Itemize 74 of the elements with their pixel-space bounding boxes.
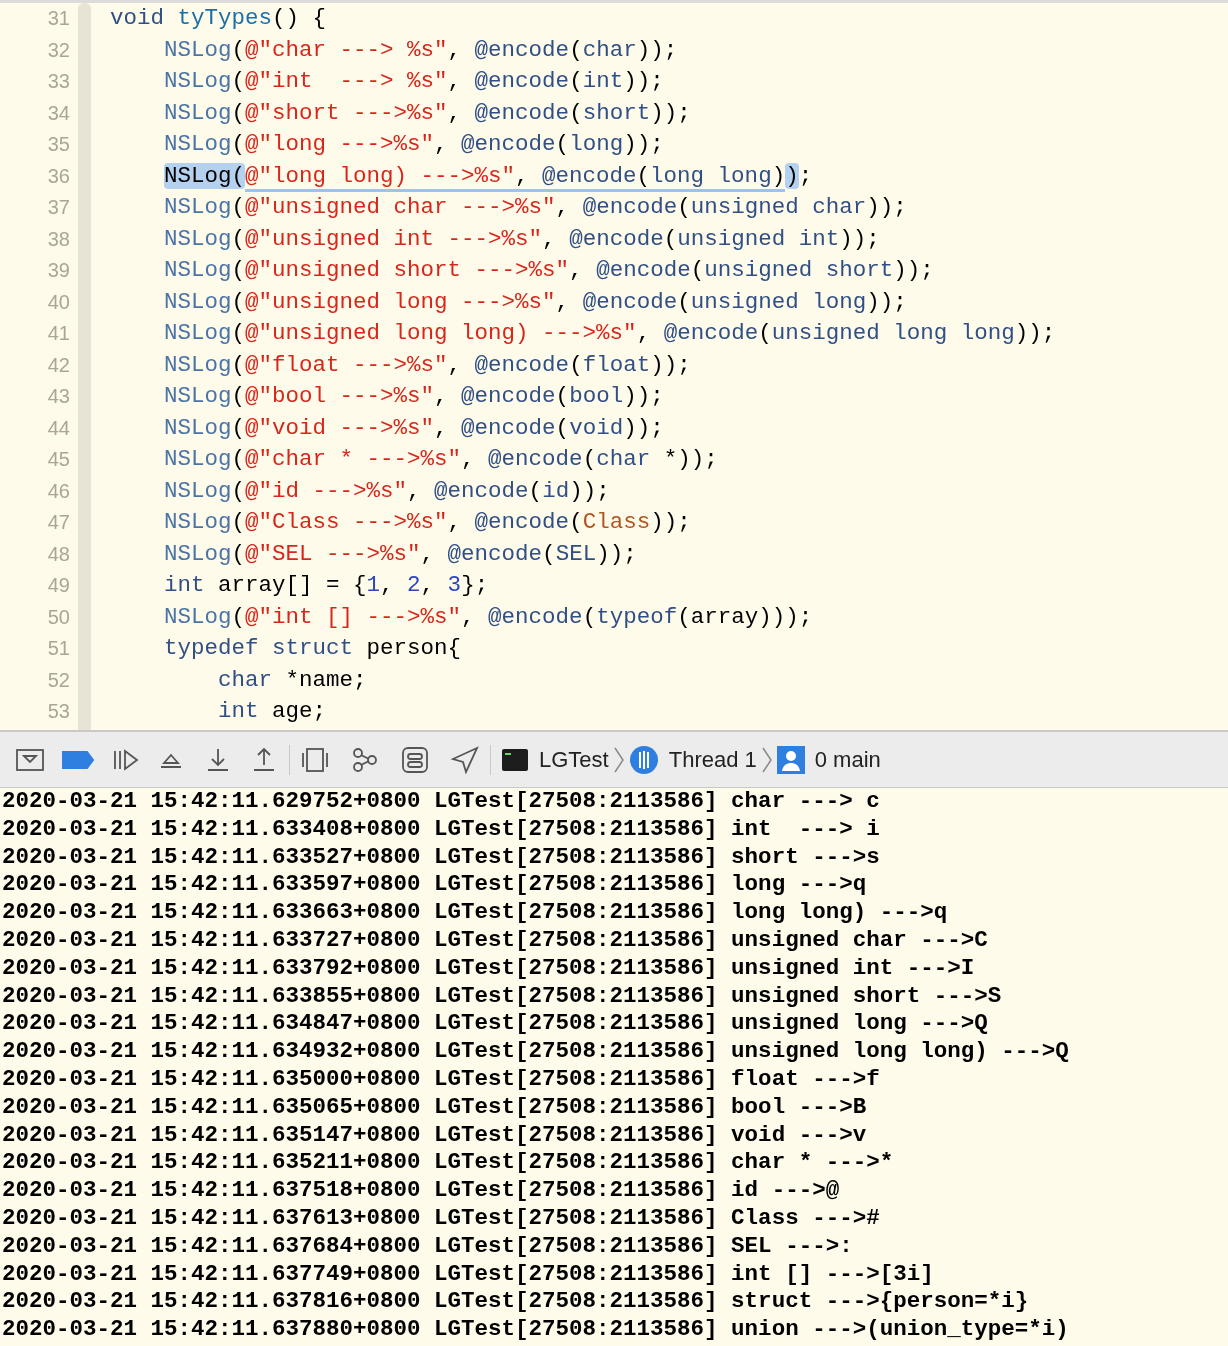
console-line: 2020-03-21 15:42:11.637749+0800 LGTest[27508:2113586] int [] --->[3i] [1,1260,935,1289]
console-line: 2020-03-21 15:42:11.634847+0800 LGTest[27508:2113586] unsigned long --->Q [1,1010,989,1039]
console-line: 2020-03-21 15:42:11.637613+0800 LGTest[27508:2113586] Class ---># [1,1204,881,1233]
code-line: NSLog(@"unsigned short --->%s", @encode(unsigned short)); [163,256,935,285]
person-icon [776,745,805,774]
console-line: 2020-03-21 15:42:11.633663+0800 LGTest[27508:2113586] long long) --->q [1,899,949,927]
console-line: 2020-03-21 15:42:11.633597+0800 LGTest[27508:2113586] long --->q [1,871,868,900]
breadcrumb[interactable]: Thread 1 [668,743,757,776]
code-line: NSLog(@"long long) --->%s", @encode(long long)); [110,160,1056,192]
console-line: 2020-03-21 15:42:11.633855+0800 LGTest[27508:2113586] unsigned short --->S [1,982,1003,1011]
code-line: NSLog(@"SEL --->%s", @encode(SEL)); [163,539,638,569]
code-line: NSLog(@"char * --->%s", @encode(char *)); [163,445,719,474]
console-line: 2020-03-21 15:42:11.633792+0800 LGTest[27508:2113586] unsigned int --->I [1,954,976,983]
code-line: NSLog(@"unsigned long --->%s", @encode(unsigned long)); [163,287,908,317]
code-line: NSLog(@"unsigned char --->%s", @encode(unsigned char)); [163,193,908,222]
code-line: NSLog(@"int ---> %s", @encode(int)); [163,67,665,96]
console-line: 2020-03-21 15:42:11.637880+0800 LGTest[27508:2113586] union --->(union_type=*i) [1,1316,1070,1344]
console-line: 2020-03-21 15:42:11.633408+0800 LGTest[27508:2113586] int ---> i [1,815,881,844]
thread-icon [628,744,659,775]
line-number: 36 [46,163,70,189]
breadcrumb[interactable]: LGTest [539,743,609,776]
code-line: NSLog(@"unsigned int --->%s", @encode(unsigned int)); [163,224,881,254]
console-line: 2020-03-21 15:42:11.633727+0800 LGTest[27508:2113586] unsigned char --->C [1,927,989,955]
console-line: 2020-03-21 15:42:11.635211+0800 LGTest[27508:2113586] char * --->* [1,1149,895,1178]
line-number: 42 [46,352,70,378]
console-line: 2020-03-21 15:42:11.635147+0800 LGTest[27508:2113586] void --->v [1,1121,868,1150]
line-number: 40 [46,289,70,315]
line-number: 35 [46,132,70,157]
line-number: 48 [46,541,70,567]
console-line: 2020-03-21 15:42:11.635000+0800 LGTest[27508:2113586] float --->f [1,1065,881,1094]
code-line: NSLog(@"short --->%s", @encode(short)); [163,98,692,128]
line-number: 31 [46,6,70,31]
console-line: 2020-03-21 15:42:11.629752+0800 LGTest[27508:2113586] char ---> c [1,788,881,816]
line-number: 41 [46,321,70,346]
console-line: 2020-03-21 15:42:11.637518+0800 LGTest[27508:2113586] id --->@ [1,1177,841,1205]
toggles-icon[interactable] [400,744,430,775]
line-number: 38 [46,226,70,252]
code-line: NSLog(@"void --->%s", @encode(void)); [163,413,665,443]
code-line: int array[] = {1, 2, 3}; [163,571,490,600]
code-line: NSLog(@"float --->%s", @encode(float)); [163,350,692,380]
breadcrumb[interactable]: 0 main [814,743,881,776]
line-number: 51 [46,636,70,661]
code-line: NSLog(@"bool --->%s", @encode(bool)); [163,382,665,411]
line-number: 46 [46,478,70,504]
code-line: NSLog(@"char ---> %s", @encode(char)); [163,35,679,65]
code-line: NSLog(@"int [] --->%s", @encode(typeof(array))); [163,602,814,632]
console-line: 2020-03-21 15:42:11.635065+0800 LGTest[27508:2113586] bool --->B [1,1093,868,1122]
console-line: 2020-03-21 15:42:11.634932+0800 LGTest[27508:2113586] unsigned long long) --->Q [1,1038,1070,1066]
code-line: void tyTypes() { [110,4,328,33]
code-line: NSLog(@"id --->%s", @encode(id)); [163,476,611,506]
line-number: 49 [46,573,70,598]
line-number: 47 [46,510,70,535]
code-line: char *name; [217,665,368,695]
line-number: 44 [46,415,70,441]
code-line: int age; [217,697,328,726]
line-number: 53 [46,699,70,724]
line-number: 50 [46,604,70,630]
location-arrow-icon[interactable] [450,744,480,775]
console-line: 2020-03-21 15:42:11.633527+0800 LGTest[27508:2113586] short --->s [1,843,881,872]
line-number: 32 [46,37,70,63]
line-number: 33 [46,69,70,94]
line-number: 52 [46,667,70,693]
line-number: 45 [46,447,70,472]
line-number: 37 [46,195,70,220]
code-line: NSLog(@"Class --->%s", @encode(Class)); [163,508,692,537]
code-line: NSLog(@"long --->%s", @encode(long)); [163,130,665,159]
terminal-icon [501,747,529,772]
code-line: NSLog(@"unsigned long long) --->%s", @encode(unsigned long long)); [163,319,1056,348]
line-number: 43 [46,384,70,409]
line-number: 34 [46,100,70,126]
line-number: 39 [46,258,70,283]
console-line: 2020-03-21 15:42:11.637816+0800 LGTest[27508:2113586] struct --->{person=*i} [1,1288,1030,1317]
console-line: 2020-03-21 15:42:11.637684+0800 LGTest[27508:2113586] SEL --->: [1,1232,854,1261]
code-line: typedef struct person{ [163,634,463,663]
